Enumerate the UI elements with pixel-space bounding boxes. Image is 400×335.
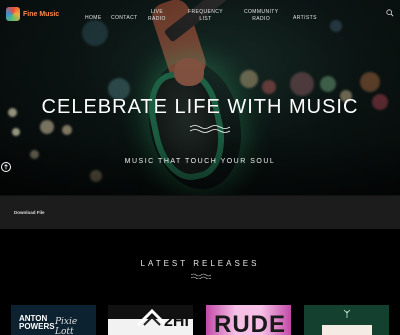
release-cover-3[interactable]: RUDE xyxy=(206,305,291,335)
cover-leaf-icon xyxy=(343,309,351,318)
brand-logo[interactable]: Fine Music xyxy=(6,7,59,21)
nav-item-contact[interactable]: CONTACT xyxy=(111,15,138,22)
nav-item-home[interactable]: HOME xyxy=(85,15,102,22)
cover-artist-line-2: POWERS xyxy=(19,322,55,331)
hero-subtitle: MUSIC THAT TOUCH YOUR SOUL xyxy=(124,158,276,165)
nav-item-community-radio[interactable]: COMMUNITY RADIO xyxy=(244,9,278,23)
wave-divider-icon xyxy=(190,125,230,133)
latest-releases-section: LATEST RELEASES ANTON POWERS Pixie Lott … xyxy=(0,229,400,335)
section-title: LATEST RELEASES xyxy=(140,259,260,268)
release-cover-4[interactable] xyxy=(304,305,389,335)
release-cover-2[interactable]: 2HI xyxy=(108,305,193,335)
top-navigation: Fine Music HOME CONTACT LIVE RADIO FREQU… xyxy=(0,0,400,30)
cover-featured-artist: Pixie Lott xyxy=(55,317,78,335)
search-icon[interactable] xyxy=(386,9,394,17)
download-file-link[interactable]: Download File xyxy=(14,210,45,215)
cover-artwork xyxy=(322,325,372,335)
logo-mark-icon xyxy=(6,7,20,21)
nav-item-frequency-list[interactable]: FREQUENCY LIST xyxy=(188,9,223,23)
nav-item-live-radio[interactable]: LIVE RADIO xyxy=(148,9,166,23)
wave-divider-icon xyxy=(191,273,211,279)
cover-title: RUDE xyxy=(214,311,287,335)
download-bar: Download File xyxy=(0,196,400,229)
arrow-up-icon xyxy=(4,164,8,170)
hero-title: CELEBRATE LIFE WITH MUSIC xyxy=(41,96,359,118)
release-cover-1[interactable]: ANTON POWERS Pixie Lott xyxy=(11,305,96,335)
cover-title: 2HI xyxy=(164,313,189,330)
nav-item-artists[interactable]: ARTISTS xyxy=(293,15,317,22)
scroll-up-button[interactable] xyxy=(1,162,11,172)
brand-name: Fine Music xyxy=(23,10,60,18)
